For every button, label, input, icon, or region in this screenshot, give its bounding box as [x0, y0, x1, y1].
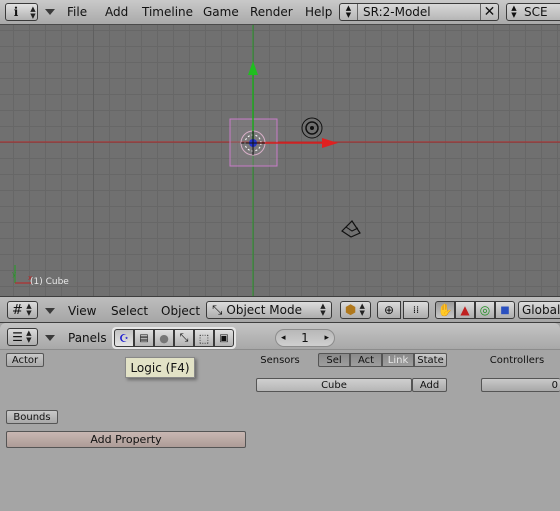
pivot-icon: ⊕	[383, 303, 395, 317]
chevron-left-icon[interactable]: ◂	[281, 333, 286, 343]
orientation-label: Global	[522, 303, 560, 317]
window-type-selector[interactable]: # ▲ ▼	[7, 301, 38, 319]
sensors-add-button[interactable]: Add	[412, 378, 447, 392]
scale-manipulator-button[interactable]: ■	[495, 301, 515, 319]
sensors-sel-toggle[interactable]: Sel	[318, 353, 350, 367]
editing-square-icon: ⬚	[198, 331, 210, 345]
scene-tab[interactable]: ▣	[214, 329, 234, 347]
menu-select[interactable]: Select	[111, 304, 148, 318]
solid-draw-icon: ⬢	[344, 302, 357, 318]
sensors-label: Sensors	[260, 354, 300, 366]
mode-selector[interactable]: ⤡ Object Mode ▲ ▼	[206, 301, 332, 319]
scene-selector[interactable]: ▲ ▼ SCE	[506, 3, 560, 21]
square-blue-icon: ■	[500, 304, 510, 316]
close-icon[interactable]: ✕	[480, 4, 498, 20]
viewport-scene: y x	[0, 25, 560, 296]
rotate-manipulator-button[interactable]: ◎	[475, 301, 495, 319]
window-type-selector[interactable]: ☰ ▲ ▼	[7, 328, 38, 346]
menu-add[interactable]: Add	[105, 5, 128, 19]
menu-file[interactable]: File	[67, 5, 87, 19]
collapse-triangle-icon[interactable]	[45, 335, 55, 341]
script-icon: ▤	[139, 332, 149, 344]
screen-name-field[interactable]: SR:2-Model	[358, 5, 480, 19]
y-manipulator-arrow	[248, 61, 258, 75]
object-mode-icon: ⤡	[212, 302, 223, 318]
object-tab[interactable]: ⤡	[174, 329, 194, 347]
updown-arrows-icon[interactable]: ▲ ▼	[340, 4, 358, 20]
frame-value: 1	[301, 331, 309, 345]
updown-arrows-icon: ▲ ▼	[30, 4, 36, 20]
chevron-right-icon[interactable]: ▸	[324, 333, 329, 343]
screen-selector[interactable]: ▲ ▼ SR:2-Model ✕	[339, 3, 499, 21]
svg-text:y: y	[12, 270, 16, 278]
logic-tooltip: Logic (F4)	[125, 357, 195, 378]
camera-object	[341, 220, 361, 238]
sensors-act-toggle[interactable]: Act	[350, 353, 382, 367]
menu-view[interactable]: View	[68, 304, 96, 318]
triangle-red-icon: ▲	[460, 303, 470, 317]
buttons-window-icon: ☰	[12, 330, 23, 344]
actor-button[interactable]: Actor	[6, 353, 44, 367]
top-menu-bar: i ▲ ▼ File Add Timeline Game Render Help …	[0, 0, 560, 25]
sensors-state-toggle[interactable]: State	[414, 353, 447, 367]
x-manipulator-arrow	[322, 138, 338, 148]
updown-arrows-icon: ▲ ▼	[26, 329, 32, 344]
object-axes-icon: ⤡	[179, 331, 189, 344]
window-type-selector[interactable]: i ▲ ▼	[5, 3, 38, 21]
menu-render[interactable]: Render	[250, 5, 293, 19]
collapse-triangle-icon[interactable]	[45, 308, 55, 314]
lamp-center	[310, 126, 314, 130]
menu-help[interactable]: Help	[305, 5, 332, 19]
editing-tab[interactable]: ⬚	[194, 329, 214, 347]
menu-timeline[interactable]: Timeline	[142, 5, 193, 19]
panels-label: Panels	[68, 331, 107, 345]
frame-number-field[interactable]: ◂ 1 ▸	[275, 329, 335, 347]
grid-icon: #	[12, 302, 23, 318]
logic-tab[interactable]: ☪	[114, 329, 134, 347]
sensors-object-field[interactable]: Cube	[256, 378, 412, 392]
viewport-header: # ▲ ▼ View Select Object ⤡ Object Mode ▲ ▼…	[0, 296, 560, 323]
menu-object[interactable]: Object	[161, 304, 200, 318]
controllers-label: Controllers	[489, 354, 545, 366]
scene-name-field[interactable]: SCE	[521, 5, 548, 19]
scene-image-icon: ▣	[219, 332, 229, 344]
updown-arrows-icon: ▲ ▼	[359, 302, 365, 317]
transform-orientation-selector[interactable]: Global	[518, 301, 560, 319]
script-tab[interactable]: ▤	[134, 329, 154, 347]
shading-sphere-icon: ●	[159, 331, 169, 345]
manipulator-toggle[interactable]: ✋	[435, 301, 455, 319]
info-icon: i	[13, 5, 19, 19]
draw-type-selector[interactable]: ⬢ ▲ ▼	[340, 301, 371, 319]
object-info-label: (1) Cube	[30, 277, 69, 287]
buttons-window: ☰ ▲ ▼ Panels ☪ ▤ ● ⤡ ⬚ ▣ ◂ 1 ▸ Actor Boun…	[0, 323, 560, 511]
logic-pacman-icon: ☪	[119, 331, 129, 345]
translate-manipulator-button[interactable]: ▲	[455, 301, 475, 319]
controllers-object-field[interactable]: 0	[481, 378, 560, 392]
updown-arrows-icon[interactable]: ▲ ▼	[507, 5, 521, 19]
mode-label: Object Mode	[226, 303, 302, 317]
select-only-visible-toggle[interactable]: ⁞⁞	[403, 301, 429, 319]
3d-viewport[interactable]: y x (1) Cube	[0, 25, 560, 296]
sensors-link-toggle[interactable]: Link	[382, 353, 414, 367]
buttons-header: ☰ ▲ ▼ Panels ☪ ▤ ● ⤡ ⬚ ▣ ◂ 1 ▸	[0, 323, 560, 350]
vertex-dots-icon: ⁞⁞	[412, 304, 420, 316]
updown-arrows-icon: ▲ ▼	[320, 302, 326, 317]
ring-green-icon: ◎	[479, 303, 491, 317]
menu-game[interactable]: Game	[203, 5, 239, 19]
hand-icon: ✋	[437, 303, 453, 317]
shading-tab[interactable]: ●	[154, 329, 174, 347]
pivot-selector[interactable]: ⊕	[377, 301, 401, 319]
bounds-button[interactable]: Bounds	[6, 410, 58, 424]
collapse-triangle-icon[interactable]	[45, 9, 55, 15]
updown-arrows-icon: ▲ ▼	[26, 302, 32, 317]
add-property-button[interactable]: Add Property	[6, 431, 246, 448]
